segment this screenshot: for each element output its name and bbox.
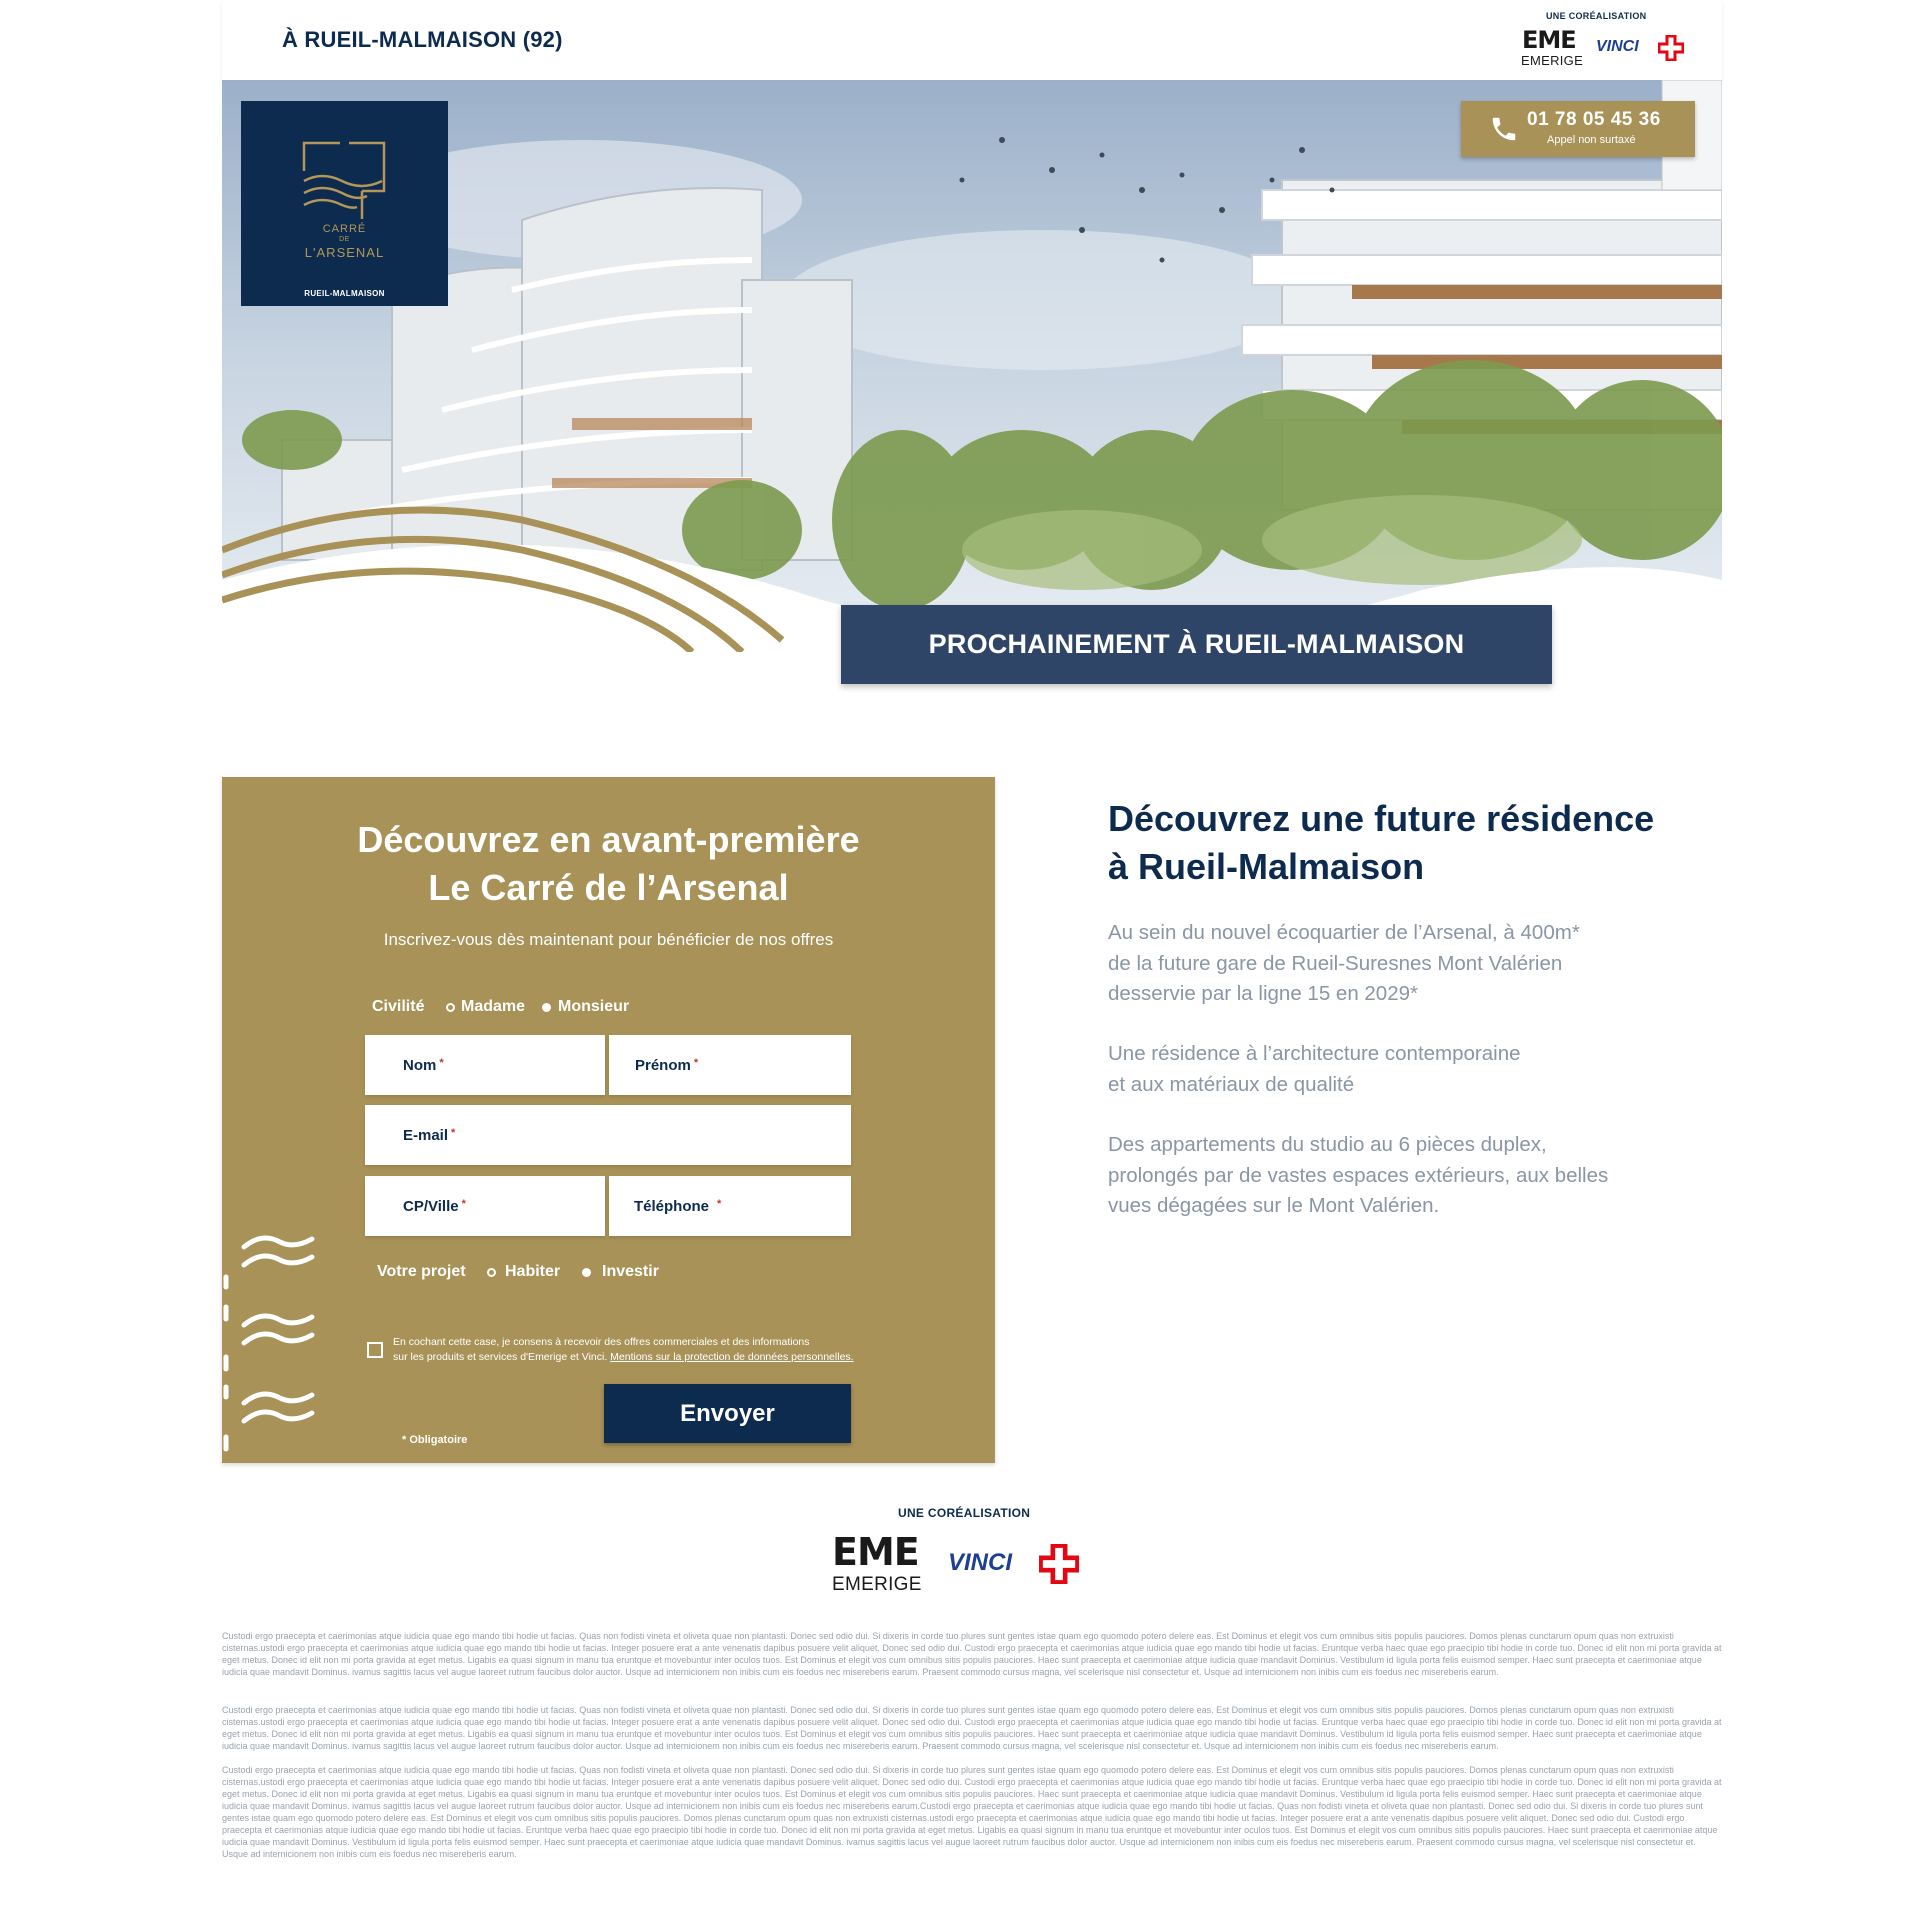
- vinci-cross-icon: [1658, 35, 1684, 61]
- intro-section: Découvrez une future résidence à Rueil-M…: [1108, 795, 1728, 1217]
- intro-p3-line1: Des appartements du studio au 6 pièces d…: [1108, 1133, 1547, 1156]
- footer-vinci-logo-text: VINCI: [948, 1549, 1013, 1576]
- logo-line-arsenal: L'ARSENAL: [304, 245, 385, 260]
- civility-group: Civilité Madame Monsieur: [372, 998, 772, 1018]
- top-bar: À RUEIL-MALMAISON (92) UNE CORÉALISATION…: [222, 0, 1722, 80]
- footer-vinci-cross-icon: [1039, 1544, 1079, 1584]
- project-label: Votre projet: [377, 1263, 466, 1280]
- telephone-field[interactable]: Téléphone *: [609, 1176, 851, 1236]
- footer-emerige-logo-text: EMERIGE: [832, 1574, 922, 1595]
- emerige-logo-text: EMERIGE: [1521, 53, 1584, 68]
- civility-label: Civilité: [372, 998, 425, 1015]
- required-note: * Obligatoire: [402, 1434, 468, 1446]
- intro-paragraph-3: Des appartements du studio au 6 pièces d…: [1108, 1130, 1608, 1222]
- carre-logo-icon: [302, 141, 386, 219]
- radio-investir[interactable]: [582, 1268, 591, 1277]
- cpville-label: CP/Ville: [403, 1198, 459, 1215]
- required-star: *: [693, 1057, 699, 1069]
- radio-madame[interactable]: [446, 1003, 455, 1012]
- decorative-waves-icon: [223, 1235, 315, 1452]
- required-star: *: [717, 1198, 722, 1210]
- radio-monsieur-label[interactable]: Monsieur: [558, 998, 629, 1016]
- intro-title-line1: Découvrez une future résidence: [1108, 798, 1655, 839]
- corealisation-logos: UNE CORÉALISATION EME EMERIGE VINCI: [1516, 11, 1691, 71]
- radio-investir-label[interactable]: Investir: [602, 1263, 659, 1281]
- nom-label: Nom: [403, 1057, 437, 1074]
- intro-p1-line1: Au sein du nouvel écoquartier de l’Arsen…: [1108, 921, 1580, 944]
- consent-line2: sur les produits et services d'Emerige e…: [393, 1351, 608, 1363]
- required-star: *: [461, 1198, 466, 1210]
- form-title-line1: Découvrez en avant-première: [357, 819, 860, 860]
- email-field[interactable]: E-mail *: [365, 1105, 851, 1165]
- phone-button[interactable]: 01 78 05 45 36 Appel non surtaxé: [1461, 101, 1695, 157]
- legal-text-1: Custodi ergo praecepta et caerimonias at…: [222, 1631, 1722, 1677]
- hero-section: CARRÉ DE L'ARSENAL RUEIL-MALMAISON 01 78…: [222, 80, 1722, 652]
- legal-text-2: Custodi ergo praecepta et caerimonias at…: [222, 1705, 1722, 1751]
- corealisation-caption: UNE CORÉALISATION: [1546, 11, 1647, 21]
- logo-line-de: DE: [339, 236, 350, 243]
- intro-p3-line2: prolongés par de vastes espaces extérieu…: [1108, 1163, 1609, 1187]
- intro-title-line2: à Rueil-Malmaison: [1108, 846, 1425, 887]
- cpville-field[interactable]: CP/Ville *: [365, 1176, 605, 1236]
- intro-p2-line2: et aux matériaux de qualité: [1108, 1072, 1355, 1096]
- consent-text: En cochant cette case, je consens à rece…: [393, 1335, 933, 1365]
- vinci-logo-text: VINCI: [1596, 38, 1639, 55]
- signup-form: Découvrez en avant-première Le Carré de …: [222, 777, 995, 1463]
- footer-corealisation-caption: UNE CORÉALISATION: [898, 1506, 1031, 1520]
- intro-p3-line3: vues dégagées sur le Mont Valérien.: [1108, 1194, 1440, 1217]
- footer-corealisation: UNE CORÉALISATION EME EMERIGE VINCI: [832, 1506, 1107, 1601]
- coming-soon-banner: PROCHAINEMENT À RUEIL-MALMAISON: [841, 605, 1552, 684]
- intro-paragraph-2: Une résidence à l’architecture contempor…: [1108, 1039, 1521, 1100]
- radio-habiter-label[interactable]: Habiter: [505, 1263, 560, 1281]
- intro-title: Découvrez une future résidence à Rueil-M…: [1108, 795, 1728, 891]
- intro-p1-line3: desservie par la ligne 15 en 2029*: [1108, 982, 1418, 1005]
- logo-line-carre: CARRÉ: [322, 223, 367, 235]
- radio-madame-label[interactable]: Madame: [461, 998, 525, 1016]
- intro-p1-line2: de la future gare de Rueil-Suresnes Mont…: [1108, 951, 1563, 975]
- intro-p2-line1: Une résidence à l’architecture contempor…: [1108, 1042, 1521, 1065]
- phone-number: 01 78 05 45 36: [1527, 109, 1661, 130]
- required-star: *: [439, 1057, 444, 1069]
- radio-monsieur[interactable]: [542, 1003, 551, 1012]
- project-group: Votre projet Habiter Investir: [377, 1263, 777, 1283]
- telephone-label: Téléphone: [634, 1198, 710, 1215]
- prenom-label: Prénom: [635, 1057, 691, 1074]
- privacy-link[interactable]: Mentions sur la protection de données pe…: [610, 1351, 853, 1363]
- form-subtitle: Inscrivez-vous dès maintenant pour bénéf…: [383, 930, 834, 949]
- submit-button[interactable]: Envoyer: [604, 1384, 851, 1443]
- radio-habiter[interactable]: [487, 1268, 496, 1277]
- logo-line-city: RUEIL-MALMAISON: [304, 289, 385, 298]
- consent-checkbox[interactable]: [367, 1342, 383, 1358]
- form-title-line2: Le Carré de l’Arsenal: [428, 867, 789, 908]
- prenom-field[interactable]: Prénom *: [609, 1035, 851, 1095]
- nom-field[interactable]: Nom *: [365, 1035, 605, 1095]
- footer-emerige-mark-icon: EME: [832, 1530, 920, 1574]
- email-label: E-mail: [403, 1127, 449, 1144]
- consent-line1: En cochant cette case, je consens à rece…: [393, 1336, 810, 1348]
- city-label: À RUEIL-MALMAISON (92): [282, 27, 563, 52]
- residence-logo: CARRÉ DE L'ARSENAL RUEIL-MALMAISON: [241, 101, 448, 306]
- legal-text-3: Custodi ergo praecepta et caerimonias at…: [222, 1765, 1722, 1859]
- phone-icon: [1492, 117, 1516, 141]
- phone-note: Appel non surtaxé: [1547, 134, 1636, 146]
- emerige-mark-icon: EME: [1522, 26, 1577, 54]
- intro-paragraph-1: Au sein du nouvel écoquartier de l’Arsen…: [1108, 918, 1580, 1010]
- required-star: *: [451, 1127, 456, 1139]
